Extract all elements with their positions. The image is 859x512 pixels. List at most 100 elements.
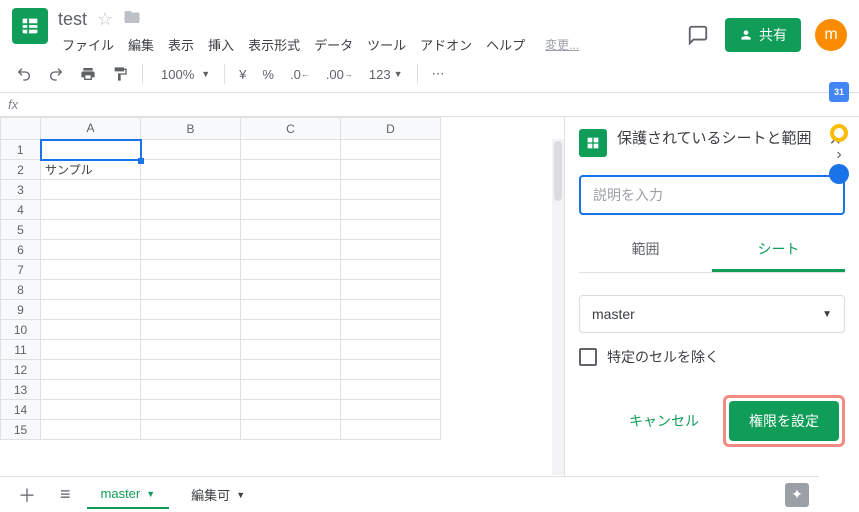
formula-bar[interactable]: fx — [0, 93, 859, 117]
row-2[interactable]: 2 — [1, 160, 41, 180]
dec-less-btn[interactable]: .0← — [284, 63, 316, 86]
undo-icon[interactable] — [10, 62, 38, 86]
menu-format[interactable]: 表示形式 — [244, 33, 304, 56]
row-3[interactable]: 3 — [1, 180, 41, 200]
cell[interactable] — [341, 200, 441, 220]
row-12[interactable]: 12 — [1, 360, 41, 380]
cell-A2[interactable]: サンプル — [41, 160, 141, 180]
sheet-select[interactable]: master ▼ — [579, 295, 845, 333]
cell[interactable] — [241, 360, 341, 380]
cell[interactable] — [41, 180, 141, 200]
cell[interactable] — [41, 360, 141, 380]
cell[interactable] — [341, 220, 441, 240]
cell[interactable] — [141, 380, 241, 400]
menu-tools[interactable]: ツール — [363, 33, 410, 56]
row-7[interactable]: 7 — [1, 260, 41, 280]
cell[interactable] — [341, 320, 441, 340]
menu-help[interactable]: ヘルプ — [482, 33, 529, 56]
cell[interactable] — [141, 300, 241, 320]
cell[interactable] — [341, 280, 441, 300]
percent-btn[interactable]: % — [256, 63, 280, 86]
cell[interactable] — [241, 200, 341, 220]
vertical-scrollbar[interactable] — [552, 139, 564, 475]
cell[interactable] — [141, 180, 241, 200]
cell[interactable] — [141, 280, 241, 300]
cell[interactable] — [341, 300, 441, 320]
row-4[interactable]: 4 — [1, 200, 41, 220]
menu-view[interactable]: 表示 — [164, 33, 198, 56]
exclude-checkbox[interactable] — [579, 348, 597, 366]
menu-file[interactable]: ファイル — [58, 33, 118, 56]
cell[interactable] — [41, 320, 141, 340]
col-B[interactable]: B — [141, 118, 241, 140]
cell[interactable] — [341, 380, 441, 400]
row-6[interactable]: 6 — [1, 240, 41, 260]
doc-title[interactable]: test — [58, 9, 87, 30]
cell[interactable] — [341, 240, 441, 260]
cell[interactable] — [241, 180, 341, 200]
cell[interactable] — [241, 400, 341, 420]
cell[interactable] — [41, 260, 141, 280]
cell-A1[interactable] — [41, 140, 141, 160]
row-1[interactable]: 1 — [1, 140, 41, 160]
menu-data[interactable]: データ — [310, 33, 357, 56]
cell[interactable] — [41, 240, 141, 260]
cell[interactable] — [141, 320, 241, 340]
cell[interactable] — [141, 200, 241, 220]
cell[interactable] — [141, 420, 241, 440]
cell[interactable] — [241, 320, 341, 340]
row-15[interactable]: 15 — [1, 420, 41, 440]
share-button[interactable]: 共有 — [725, 18, 801, 52]
currency-btn[interactable]: ¥ — [233, 63, 252, 86]
cell[interactable] — [341, 180, 441, 200]
cell[interactable] — [241, 300, 341, 320]
cell[interactable] — [241, 240, 341, 260]
avatar[interactable]: m — [815, 19, 847, 51]
cell[interactable] — [341, 160, 441, 180]
tab-range[interactable]: 範囲 — [579, 229, 712, 272]
row-5[interactable]: 5 — [1, 220, 41, 240]
cancel-button[interactable]: キャンセル — [617, 401, 711, 441]
sheet-tab-master[interactable]: master▼ — [87, 480, 170, 509]
add-sheet-icon[interactable]: ＋ — [10, 478, 44, 512]
row-10[interactable]: 10 — [1, 320, 41, 340]
rail-collapse-icon[interactable]: › — [836, 146, 841, 164]
cell[interactable] — [241, 220, 341, 240]
cell[interactable] — [41, 300, 141, 320]
cell[interactable] — [241, 160, 341, 180]
cell[interactable] — [41, 340, 141, 360]
sheet-tab-editable[interactable]: 編集可▼ — [177, 479, 259, 510]
tab-sheet[interactable]: シート — [712, 229, 845, 272]
all-sheets-icon[interactable]: ≡ — [52, 480, 79, 509]
row-13[interactable]: 13 — [1, 380, 41, 400]
changes-link[interactable]: 変更... — [541, 34, 583, 55]
print-icon[interactable] — [74, 62, 102, 86]
cell[interactable] — [141, 340, 241, 360]
cell[interactable] — [141, 220, 241, 240]
cell[interactable] — [241, 260, 341, 280]
row-8[interactable]: 8 — [1, 280, 41, 300]
cell[interactable] — [341, 360, 441, 380]
select-all-corner[interactable] — [1, 118, 41, 140]
cell[interactable] — [241, 140, 341, 160]
cell[interactable] — [141, 260, 241, 280]
row-9[interactable]: 9 — [1, 300, 41, 320]
col-D[interactable]: D — [341, 118, 441, 140]
menu-edit[interactable]: 編集 — [124, 33, 158, 56]
cell[interactable] — [41, 380, 141, 400]
cell[interactable] — [41, 280, 141, 300]
grid[interactable]: A B C D 1 2サンプル 3 4 5 6 7 8 9 10 11 12 1… — [0, 117, 441, 440]
cell[interactable] — [141, 360, 241, 380]
cell[interactable] — [341, 400, 441, 420]
cell[interactable] — [41, 400, 141, 420]
set-permissions-button[interactable]: 権限を設定 — [729, 401, 839, 441]
calendar-icon[interactable]: 31 — [829, 82, 849, 102]
dec-more-btn[interactable]: .00→ — [320, 63, 359, 86]
star-icon[interactable]: ☆ — [97, 9, 113, 30]
selection-handle[interactable] — [138, 158, 144, 164]
keep-icon[interactable] — [830, 124, 848, 142]
cell[interactable] — [241, 380, 341, 400]
explore-icon[interactable]: ✦ — [785, 483, 809, 507]
menu-insert[interactable]: 挿入 — [204, 33, 238, 56]
zoom-select[interactable]: 100%▼ — [151, 63, 216, 86]
